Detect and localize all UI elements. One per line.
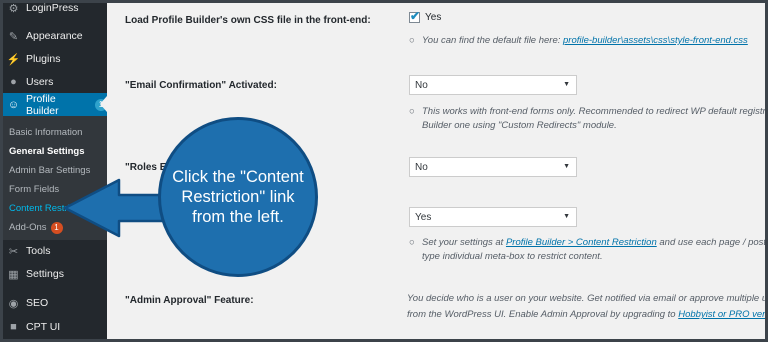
bullet-icon: ○ <box>409 35 415 46</box>
chevron-down-icon: ▼ <box>563 163 570 170</box>
content-restriction-settings-link[interactable]: Profile Builder > Content Restriction <box>506 237 657 248</box>
content-restriction-value: Yes <box>415 211 432 223</box>
submenu-add-ons[interactable]: Add-Ons 1 <box>9 222 63 234</box>
sidebar-item-label: Users <box>26 76 54 88</box>
submenu-admin-bar-settings[interactable]: Admin Bar Settings <box>9 165 90 176</box>
approval-line1: You decide who is a user on your website… <box>407 293 768 304</box>
content-restriction-select[interactable]: Yes ▼ <box>409 207 577 227</box>
settings-icon: ▦ <box>8 268 19 281</box>
approval-line2-prefix: from the WordPress UI. Enable Admin Appr… <box>407 309 679 320</box>
user-icon: ● <box>10 76 17 88</box>
callout-text: Click the "Content Restriction" link fro… <box>172 168 304 226</box>
cptui-icon: ■ <box>10 321 17 333</box>
sidebar-item-tools[interactable]: ✂ Tools <box>3 240 107 262</box>
bullet-icon: ○ <box>409 106 415 117</box>
sidebar-item-label: Settings <box>26 268 64 280</box>
roles-editor-value: No <box>415 161 428 173</box>
upgrade-version-link[interactable]: Hobbyist or PRO version <box>678 309 765 320</box>
paintbrush-icon: ✎ <box>8 30 19 43</box>
email-confirmation-description: ○ This works with front-end forms only. R… <box>409 105 768 133</box>
sidebar-item-cpt-ui[interactable]: ■ CPT UI <box>3 316 107 338</box>
email-desc-line2: Builder one using "Custom Redirects" mod… <box>422 120 617 131</box>
chevron-down-icon: ▼ <box>563 213 570 220</box>
sidebar-item-loginpress[interactable]: ⚙ LoginPress <box>3 2 107 19</box>
load-css-checkbox-label: Yes <box>425 12 442 23</box>
submenu-basic-information[interactable]: Basic Information <box>9 127 82 138</box>
restrict-desc-line2: type individual meta-box to restrict con… <box>422 251 603 262</box>
plug-icon: ⚡ <box>6 53 21 66</box>
admin-sidebar: ⚙ LoginPress ✎ Appearance ⚡ Plugins ● Us… <box>3 2 107 339</box>
seo-icon: ◉ <box>8 297 19 310</box>
sidebar-item-seo[interactable]: ◉ SEO <box>3 292 107 314</box>
submenu-form-fields[interactable]: Form Fields <box>9 184 59 195</box>
submenu-add-ons-label: Add-Ons <box>9 222 47 233</box>
css-file-link[interactable]: profile-builder\assets\css\style-front-e… <box>563 35 748 46</box>
bullet-icon: ○ <box>409 237 415 248</box>
checkmark-icon: ✔ <box>410 9 421 23</box>
sidebar-item-users[interactable]: ● Users <box>3 71 107 93</box>
screenshot-frame: ⚙ LoginPress ✎ Appearance ⚡ Plugins ● Us… <box>0 0 768 342</box>
css-setting-label: Load Profile Builder's own CSS file in t… <box>125 15 371 26</box>
load-css-checkbox[interactable]: ✔ <box>409 9 421 23</box>
profile-builder-submenu: Basic Information General Settings Admin… <box>3 116 107 240</box>
email-confirmation-value: No <box>415 79 428 91</box>
email-desc-line1: This works with front-end forms only. Re… <box>422 106 768 117</box>
sidebar-item-label: LoginPress <box>26 2 79 14</box>
sidebar-item-label: CPT UI <box>26 321 61 333</box>
email-confirmation-label: "Email Confirmation" Activated: <box>125 80 277 91</box>
sidebar-item-label: Plugins <box>26 53 61 65</box>
restrict-desc-prefix: Set your settings at <box>422 237 506 248</box>
sidebar-item-settings[interactable]: ▦ Settings <box>3 263 107 285</box>
chevron-down-icon: ▼ <box>563 81 570 88</box>
css-desc-text: You can find the default file here: <box>422 35 564 46</box>
submenu-content-restriction[interactable]: Content Restriction <box>9 203 90 214</box>
wrench-icon: ✂ <box>8 245 19 258</box>
roles-editor-select[interactable]: No ▼ <box>409 157 577 177</box>
restrict-desc-suffix: and use each page / post / cu <box>659 237 767 248</box>
addons-count-badge: 1 <box>50 222 63 234</box>
sidebar-item-label: Tools <box>26 245 51 257</box>
profile-icon: ☺ <box>7 98 20 111</box>
email-confirmation-select[interactable]: No ▼ <box>409 75 577 95</box>
admin-approval-label: "Admin Approval" Feature: <box>125 295 254 306</box>
admin-approval-description: You decide who is a user on your website… <box>407 291 768 323</box>
sidebar-item-label: Profile Builder <box>25 92 59 117</box>
sidebar-item-plugins[interactable]: ⚡ Plugins <box>3 48 107 70</box>
sidebar-item-profile-builder[interactable]: ☺ Profile Builder 1 <box>3 92 107 117</box>
active-menu-pointer <box>100 96 107 112</box>
css-setting-description: ○ You can find the default file here: pro… <box>409 34 748 48</box>
loginpress-icon: ⚙ <box>8 2 19 15</box>
sidebar-item-label: SEO <box>26 297 49 309</box>
sidebar-item-appearance[interactable]: ✎ Appearance <box>3 25 107 47</box>
submenu-general-settings[interactable]: General Settings <box>9 146 85 157</box>
sidebar-item-label: Appearance <box>26 30 83 42</box>
content-restriction-description: ○ Set your settings at Profile Builder > … <box>409 236 767 264</box>
callout-bubble: Click the "Content Restriction" link fro… <box>158 117 318 277</box>
